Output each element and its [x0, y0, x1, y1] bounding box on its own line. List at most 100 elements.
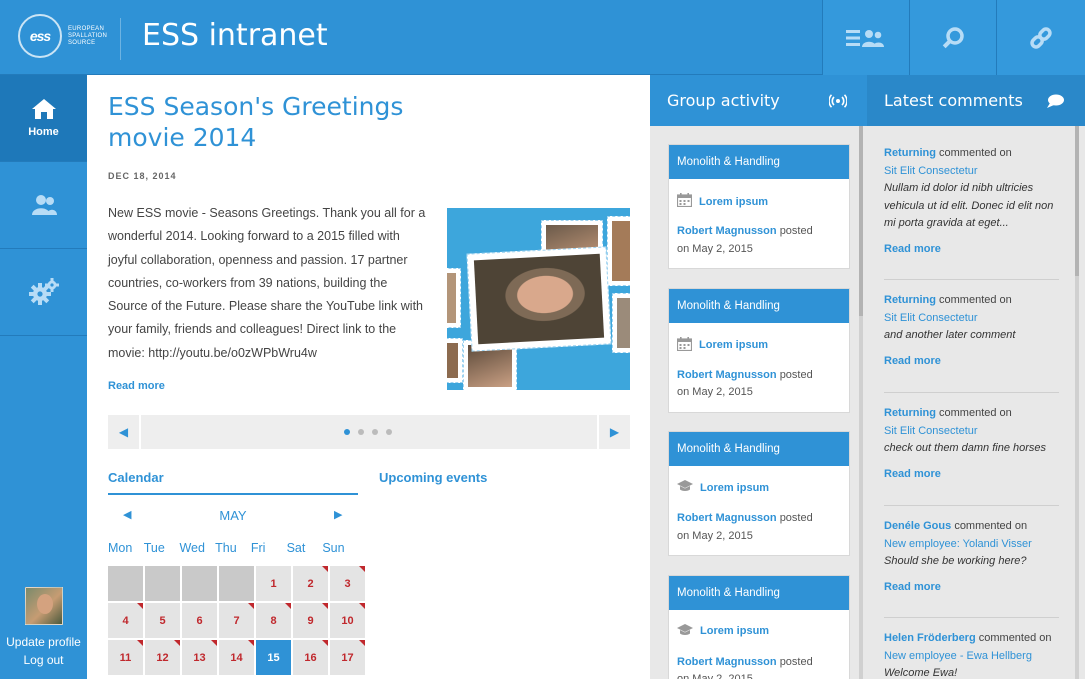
- carousel-dot[interactable]: [372, 429, 378, 435]
- card-author-link[interactable]: Robert Magnusson: [677, 369, 777, 381]
- left-nav: Home Update profile Log out: [0, 75, 87, 679]
- calendar-month: MAY: [219, 508, 247, 523]
- group-activity-header: Group activity: [650, 75, 867, 126]
- card-group-name[interactable]: Monolith & Handling: [669, 575, 849, 610]
- avatar[interactable]: [24, 587, 63, 625]
- logo-line: European: [68, 25, 105, 32]
- group-activity-title: Group activity: [667, 91, 780, 110]
- calendar-day[interactable]: 12: [145, 640, 180, 675]
- card-item-row[interactable]: Lorem ipsum: [676, 193, 768, 210]
- card-item-row[interactable]: Lorem ipsum: [677, 623, 769, 639]
- links-button[interactable]: [996, 0, 1085, 75]
- calendar-prev-month-button[interactable]: ◀: [123, 508, 131, 521]
- calendar-day[interactable]: 2: [293, 566, 328, 601]
- calendar-day[interactable]: 6: [182, 603, 217, 638]
- comment-target-link[interactable]: New employee: Yolandi Visser: [884, 536, 1059, 554]
- carousel-dot[interactable]: [358, 429, 364, 435]
- card-date: on May 2, 2015: [677, 386, 753, 398]
- comment-author-link[interactable]: Denéle Gous: [884, 520, 951, 532]
- card-item-row[interactable]: Lorem ipsum: [676, 336, 768, 354]
- carousel-dots: [344, 429, 392, 435]
- nav-item-settings[interactable]: [0, 249, 87, 336]
- article-read-more-link[interactable]: Read more: [108, 380, 165, 392]
- card-group-name[interactable]: Monolith & Handling: [669, 432, 849, 466]
- nav-item-label: Home: [28, 126, 59, 138]
- comments-scroll-thumb[interactable]: [1075, 126, 1079, 276]
- card-item-title[interactable]: Lorem ipsum: [699, 339, 768, 351]
- comment-author-link[interactable]: Helen Fröderberg: [884, 632, 976, 644]
- calendar-day-today[interactable]: 15: [256, 640, 291, 675]
- card-author-link[interactable]: Robert Magnusson: [677, 656, 777, 668]
- carousel-dot[interactable]: [386, 429, 392, 435]
- calendar-day[interactable]: 11: [108, 640, 143, 675]
- comment-action: commented on: [939, 147, 1012, 159]
- comment-author-link[interactable]: Returning: [884, 407, 936, 419]
- article-title[interactable]: ESS Season's Greetings movie 2014: [108, 91, 438, 153]
- calendar-day[interactable]: 5: [145, 603, 180, 638]
- nav-item-people[interactable]: [0, 162, 87, 249]
- card-item-row[interactable]: Lorem ipsum: [677, 480, 769, 495]
- groups-menu-button[interactable]: [822, 0, 909, 75]
- calendar-day[interactable]: 13: [182, 640, 217, 675]
- calendar-day[interactable]: 3: [330, 566, 365, 601]
- comment-target-link[interactable]: Sit Elit Consectetur: [884, 310, 1059, 328]
- calendar-day[interactable]: 4: [108, 603, 143, 638]
- carousel-next-button[interactable]: ▶: [597, 415, 630, 449]
- weekday-label: Fri: [250, 541, 266, 555]
- arrow-left-icon: ◀: [118, 425, 129, 439]
- calendar-weekdays: Mon Tue Wed Thu Fri Sat Sun: [108, 541, 358, 555]
- comment-target-link[interactable]: New employee - Ewa Hellberg: [884, 648, 1059, 666]
- comment-read-more-link[interactable]: Read more: [884, 241, 1059, 259]
- calendar-day[interactable]: 9: [293, 603, 328, 638]
- card-item-title[interactable]: Lorem ipsum: [699, 196, 768, 208]
- logo-line: Source: [68, 39, 96, 46]
- card-date: on May 2, 2015: [677, 529, 753, 542]
- article-body: New ESS movie - Seasons Greetings. Thank…: [108, 206, 426, 360]
- card-action: posted: [779, 655, 813, 668]
- card-meta: Robert Magnusson posted on May 2, 2015: [677, 367, 813, 402]
- card-item-title[interactable]: Lorem ipsum: [700, 482, 769, 494]
- profile-area: Update profile Log out: [0, 587, 87, 669]
- carousel-dot[interactable]: [344, 429, 350, 435]
- comment-target-link[interactable]: Sit Elit Consectetur: [884, 423, 1059, 441]
- comment-text: and another later comment: [884, 329, 1016, 341]
- card-author-link[interactable]: Robert Magnusson: [677, 225, 777, 237]
- group-activity-scroll-thumb[interactable]: [859, 126, 863, 316]
- logout-link[interactable]: Log out: [0, 651, 87, 669]
- comment-author-link[interactable]: Returning: [884, 147, 936, 159]
- update-profile-link[interactable]: Update profile: [0, 633, 87, 651]
- comment-item: Returning commented on Sit Elit Consectet…: [884, 292, 1059, 370]
- card-author-link[interactable]: Robert Magnusson: [677, 512, 777, 524]
- comment-text: Should she be working here?: [884, 555, 1027, 567]
- calendar-month-nav: MAY ◀ ▶: [108, 508, 358, 526]
- card-item-title[interactable]: Lorem ipsum: [700, 625, 769, 637]
- calendar-next-month-button[interactable]: ▶: [334, 508, 342, 521]
- card-group-name[interactable]: Monolith & Handling: [669, 145, 849, 179]
- calendar-day: [219, 566, 254, 601]
- calendar-day[interactable]: 14: [219, 640, 254, 675]
- search-button[interactable]: [909, 0, 996, 75]
- comment-author-link[interactable]: Returning: [884, 294, 936, 306]
- calendar-day[interactable]: 10: [330, 603, 365, 638]
- ess-logo[interactable]: ess European Spallation Source: [18, 12, 108, 60]
- calendar-day[interactable]: 17: [330, 640, 365, 675]
- upcoming-events-heading: Upcoming events: [379, 470, 488, 485]
- comment-target-link[interactable]: Sit Elit Consectetur: [884, 163, 1059, 181]
- carousel-prev-button[interactable]: ◀: [108, 415, 141, 449]
- comment-read-more-link[interactable]: Read more: [884, 466, 1059, 484]
- nav-item-home[interactable]: Home: [0, 75, 87, 162]
- comment-read-more-link[interactable]: Read more: [884, 353, 1059, 371]
- article-video-thumbnail[interactable]: [447, 208, 630, 390]
- calendar-day[interactable]: 16: [293, 640, 328, 675]
- comment-read-more-link[interactable]: Read more: [884, 579, 1059, 597]
- comment-item: Helen Fröderberg commented on New employe…: [884, 630, 1059, 679]
- calendar-day[interactable]: 8: [256, 603, 291, 638]
- calendar-heading: Calendar: [108, 470, 358, 495]
- group-activity-card: Monolith & Handling Lorem ipsum Robert Mag…: [668, 144, 850, 269]
- card-date: on May 2, 2015: [677, 673, 753, 679]
- weekday-label: Wed: [179, 541, 205, 555]
- group-activity-card: Monolith & Handling Lorem ipsum Robert Mag…: [668, 574, 850, 679]
- card-group-name[interactable]: Monolith & Handling: [669, 288, 849, 323]
- calendar-day[interactable]: 1: [256, 566, 291, 601]
- calendar-day[interactable]: 7: [219, 603, 254, 638]
